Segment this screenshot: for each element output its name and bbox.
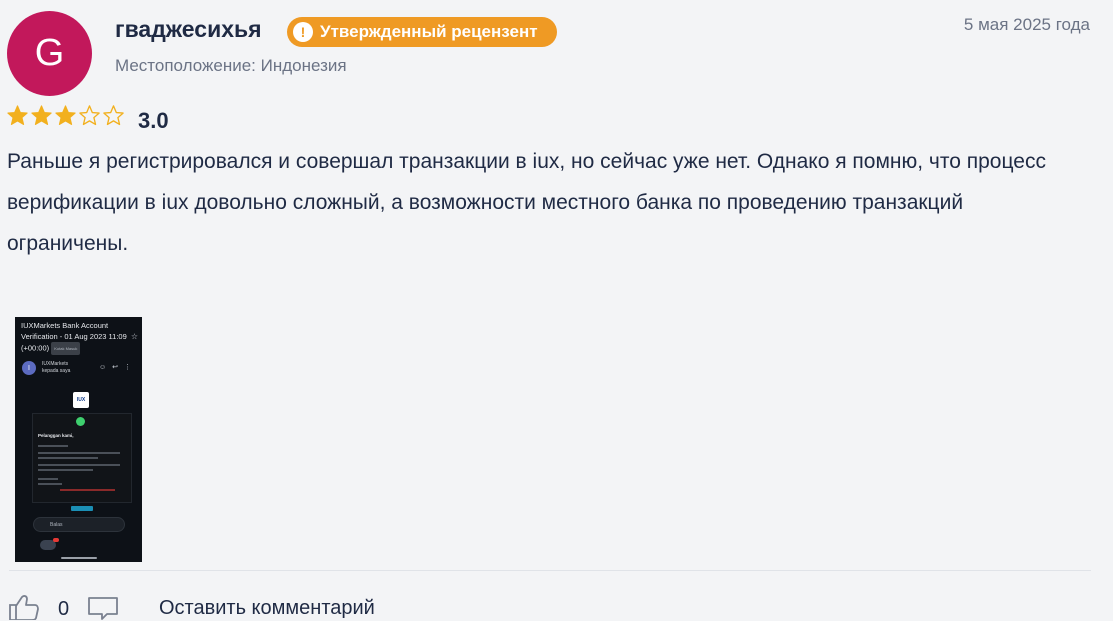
attachment-reply-bar: Balas: [33, 517, 125, 532]
attachment-text-line: [38, 464, 120, 466]
attachment-home-bar: [61, 557, 97, 559]
rating-value: 3.0: [138, 108, 169, 133]
attachment-text-line: [38, 469, 93, 471]
attachment-sender-sub: kepada saya: [42, 368, 71, 374]
star-empty-icon: [103, 105, 124, 126]
attachment-sender: IUXMarkets kepada saya: [42, 361, 70, 375]
star-rating: [6, 104, 125, 127]
star-filled-icon: [31, 105, 52, 125]
attachment-text-line: [38, 483, 62, 485]
attachment-screenshot[interactable]: IUXMarkets Bank Account Verification - 0…: [15, 317, 142, 562]
attachment-nav-badge: [53, 538, 59, 542]
exclamation-icon: !: [293, 22, 313, 42]
comment-icon[interactable]: [87, 596, 121, 620]
star-filled-icon: [55, 105, 76, 125]
username[interactable]: гваджесихья: [115, 16, 262, 43]
attachment-sender-name: IUXMarkets: [42, 361, 69, 367]
thumbs-up-icon[interactable]: [8, 594, 42, 620]
like-count: 0: [58, 598, 70, 620]
attachment-sender-avatar: I: [22, 361, 36, 375]
attachment-text-line: [38, 445, 68, 447]
attachment-button: [71, 506, 93, 511]
attachment-star-icon: ☆: [130, 332, 138, 341]
badge-label: Утвержденный рецензент: [320, 22, 538, 41]
star-filled-icon: [7, 105, 28, 125]
attachment-text-line: [38, 457, 98, 459]
attachment-action-icons: ☺↩⋮: [98, 364, 137, 371]
attachment-heading: Pelanggan kami,: [38, 433, 74, 438]
attachment-check-icon: [76, 417, 85, 426]
attachment-text-line: [38, 452, 120, 454]
attachment-email-title: IUXMarkets Bank Account Verification - 0…: [21, 320, 133, 355]
avatar: G: [7, 11, 92, 96]
attachment-logo: IUX: [73, 392, 89, 408]
verified-reviewer-badge: ! Утвержденный рецензент: [287, 17, 557, 47]
attachment-text-line: [60, 489, 115, 491]
attachment-reply-label: Balas: [50, 521, 63, 528]
review-text: Раньше я регистрировался и совершал тран…: [7, 150, 1046, 255]
divider: [9, 570, 1091, 571]
location: Местоположение: Индонезия: [115, 56, 347, 75]
attachment-inbox-tag: Kotak Masuk: [51, 342, 81, 355]
attachment-text-line: [38, 478, 58, 480]
star-empty-icon: [79, 105, 100, 126]
review-date: 5 мая 2025 года: [963, 15, 1090, 34]
avatar-letter: G: [34, 32, 65, 74]
